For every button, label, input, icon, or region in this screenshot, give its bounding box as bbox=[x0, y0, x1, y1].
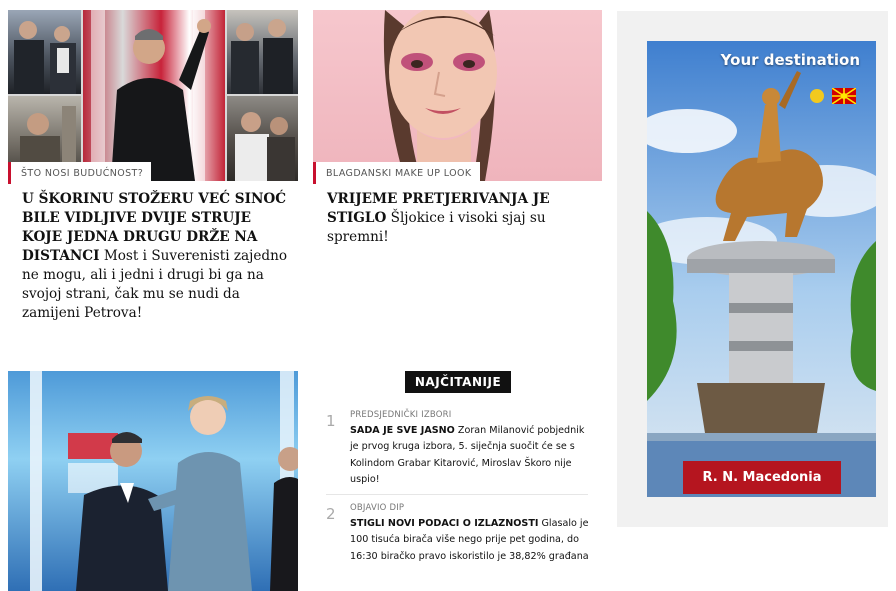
most-read-headline[interactable]: STIGLI NOVI PODACI O IZLAZNOSTI Glasalo … bbox=[350, 516, 596, 565]
ad-banner-macedonia[interactable]: Your destination R. N. Macedonia bbox=[647, 41, 876, 497]
collage-photo-3 bbox=[227, 10, 298, 94]
most-read-divider bbox=[326, 494, 588, 495]
most-read-category[interactable]: PREDSJEDNIČKI IZBORI bbox=[350, 410, 451, 420]
ad-illustration bbox=[647, 41, 876, 497]
most-read-item-1[interactable]: 1 PREDSJEDNIČKI IZBORI SADA JE SVE JASNO… bbox=[326, 410, 596, 490]
ad-tagline[interactable]: Your destination bbox=[647, 51, 876, 69]
most-read-item-2[interactable]: 2 OBJAVIO DIP STIGLI NOVI PODACI O IZLAZ… bbox=[326, 503, 596, 583]
most-read-number: 1 bbox=[326, 412, 336, 430]
article-kicker[interactable]: ŠTO NOSI BUDUĆNOST? bbox=[8, 162, 152, 184]
most-read-bold[interactable]: STIGLI NOVI PODACI O IZLAZNOSTI bbox=[350, 518, 538, 529]
most-read-number: 2 bbox=[326, 505, 336, 523]
article-headline[interactable]: U ŠKORINU STOŽERU VEĆ SINOĆ BILE VIDLJIV… bbox=[22, 190, 288, 323]
mk-flag-icon bbox=[832, 88, 856, 104]
most-read-headline[interactable]: SADA JE SVE JASNO Zoran Milanović pobjed… bbox=[350, 423, 596, 489]
article-image-collage[interactable] bbox=[8, 10, 298, 181]
ad-cta-button[interactable]: R. N. Macedonia bbox=[683, 461, 841, 494]
article-kicker[interactable]: BLAGDANSKI MAKE UP LOOK bbox=[313, 162, 480, 184]
article-card-tv[interactable] bbox=[8, 371, 298, 591]
most-read-title: NAJČITANIJE bbox=[405, 371, 511, 393]
kicker-label[interactable]: ŠTO NOSI BUDUĆNOST? bbox=[21, 168, 143, 179]
article-headline[interactable]: VRIJEME PRETJERIVANJA JE STIGLO Šljokice… bbox=[327, 190, 595, 247]
article-image-makeup[interactable] bbox=[313, 10, 602, 181]
collage-photo-main bbox=[83, 10, 225, 181]
smile-badge-icon bbox=[810, 89, 824, 103]
article-card-makeup[interactable]: BLAGDANSKI MAKE UP LOOK VRIJEME PRETJERI… bbox=[313, 10, 602, 260]
most-read-bold[interactable]: SADA JE SVE JASNO bbox=[350, 425, 455, 436]
collage-photo-4 bbox=[227, 96, 298, 181]
collage-photo-1 bbox=[8, 10, 81, 94]
kicker-label[interactable]: BLAGDANSKI MAKE UP LOOK bbox=[326, 168, 472, 179]
most-read-category[interactable]: OBJAVIO DIP bbox=[350, 503, 404, 513]
article-card-stozer[interactable]: ŠTO NOSI BUDUĆNOST? U ŠKORINU STOŽERU VE… bbox=[8, 10, 298, 340]
article-image-tv-studio[interactable] bbox=[8, 371, 298, 591]
